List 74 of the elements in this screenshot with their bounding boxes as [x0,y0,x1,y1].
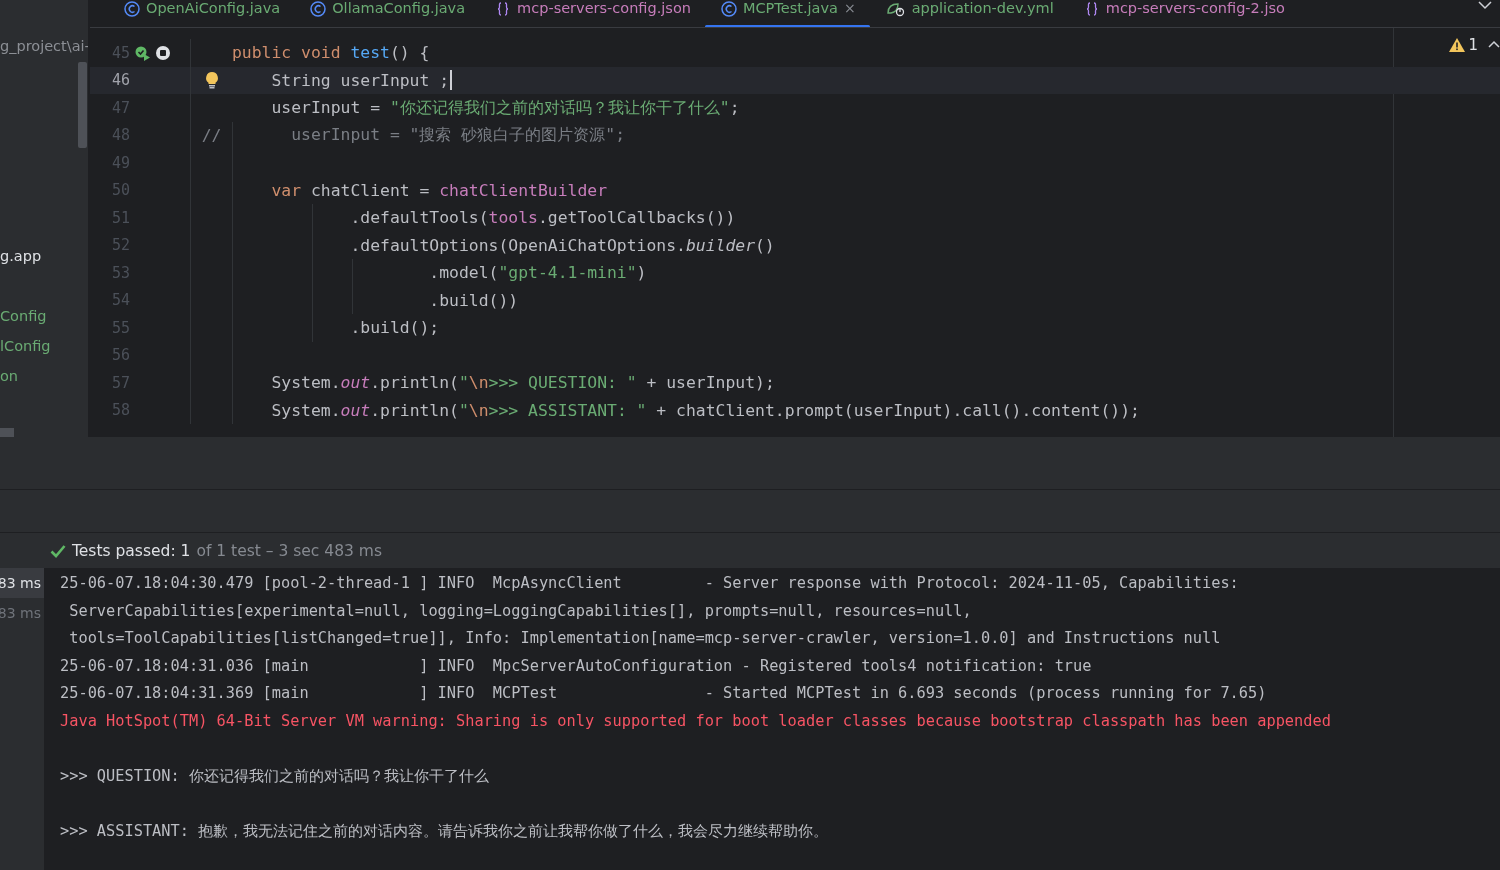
line-number: 46 [110,71,130,90]
code-text: .getToolCallbacks()) [537,208,736,228]
code-text: System. [271,373,341,393]
code-text: " [458,400,469,420]
leaf-power-icon [885,1,906,17]
test-summary: of 1 test – 3 sec 483 ms [196,541,382,560]
code-text: ; [729,98,740,118]
code-text: var [271,180,303,200]
code-text: out [340,373,371,393]
console-line: 25-06-07.18:04:31.369 [main ] INFO MCPTest - Started MCPTest in 6.693 seconds (process running for 7.65) [60,684,1267,702]
console-line: 25-06-07.18:04:31.036 [main ] INFO MpcServerAutoConfiguration - Registered tools4 notification: true [60,656,1092,675]
code-text: tools [488,208,538,228]
code-text: "你还记得我们之前的对话吗？我让你干了什么" [389,96,730,119]
class-icon [720,1,737,17]
code-text: () [755,235,775,255]
tree-item[interactable]: g.app [0,248,42,264]
code-text: .build(); [350,318,440,338]
code-text: out [340,400,371,420]
code-text: .defaultOptions(OpenAiChatOptions. [350,235,686,255]
error-line: Java HotSpot(TM) 64-Bit Server VM warning: Sharing is only supported for boot loader classes because bootstrap classpath has been appended [60,711,1331,730]
code-text: + userInput); [645,373,775,393]
code-text: builder [685,235,755,255]
code-text: "gpt-4.1-mini" [498,263,637,283]
comment-text: // [201,125,222,145]
console-line: >>> ASSISTANT: 抱歉，我无法记住之前的对话内容。请告诉我你之前让我帮你做了什么，我会尽力继续帮助你。 [60,821,829,840]
stop-icon[interactable] [155,44,171,61]
code-text: >>> QUESTION: " [488,373,637,393]
check-icon [50,543,66,558]
code-text: .defaultTools( [350,208,489,228]
close-icon[interactable]: × [843,0,856,16]
warning-count[interactable]: 1 [1468,36,1478,54]
code-text: chatClientBuilder [439,180,607,200]
class-icon [124,1,140,17]
lightbulb-icon[interactable] [204,71,219,90]
editor-tab[interactable]: OllamaConfig.java [294,0,480,27]
console-line: 25-06-07.18:04:30.479 [pool-2-thread-1 ] INFO McpAsyncClient - Server response with Protocol: 2024-11-05, Capabilities: [60,574,1239,592]
code-text: .println( [370,373,459,393]
code-text: .build()) [429,290,519,310]
code-text: userInput = [271,98,382,118]
code-text: System. [271,400,341,420]
run-check-icon[interactable] [134,44,151,61]
test-status: Tests passed: 1 [72,541,191,560]
editor-tab[interactable]: mcp-servers-config.json [479,0,705,27]
code-text: .println( [370,400,459,420]
text-caret [450,70,453,91]
code-text: String userInput ; [271,70,450,90]
scrollbar-thumb[interactable] [0,428,14,437]
tree-item[interactable]: Config [0,308,47,324]
editor-tab[interactable]: mcp-servers-config-2.jso [1067,0,1299,27]
code-text: + chatClient.prompt(userInput).call().content()); [655,400,1140,420]
console-line: tools=ToolCapabilities[listChanged=true]], Info: Implementation[name=mcp-server-crawler, version=1.0.0] and Instructions null [68,629,1221,647]
warning-icon[interactable] [1449,38,1466,52]
tree-item[interactable]: on [0,368,19,384]
code-text: () { [389,43,430,63]
code-text: " [458,373,469,393]
console-line: ServerCapabilities[experimental=null, logging=LoggingCapabilities[], prompts=null, resources=null, [68,601,972,620]
code-text: chatClient = [310,180,431,200]
scrollbar-thumb[interactable] [78,62,87,148]
comment-text: userInput = "搜索 砂狼白子的图片资源"; [291,124,626,147]
code-text: public void [232,43,342,63]
editor-tab[interactable]: application-dev.yml [869,0,1068,27]
code-text: ) [636,263,647,283]
code-text: test [350,43,390,63]
editor-tab[interactable]: OpenAiConfig.java [108,0,295,27]
code-text: \n [468,373,489,393]
chevron-down-icon[interactable] [1478,0,1492,10]
chevron-up-icon[interactable] [1488,40,1500,48]
code-text: .model( [429,263,499,283]
code-text: >>> ASSISTANT: " [488,400,647,420]
console-line: >>> QUESTION: 你还记得我们之前的对话吗？我让你干了什么 [60,766,489,785]
class-icon [310,1,327,17]
editor-tab[interactable]: MCPTest.java × [704,0,870,27]
tree-item[interactable]: lConfig [0,338,51,354]
code-text: \n [468,400,489,420]
